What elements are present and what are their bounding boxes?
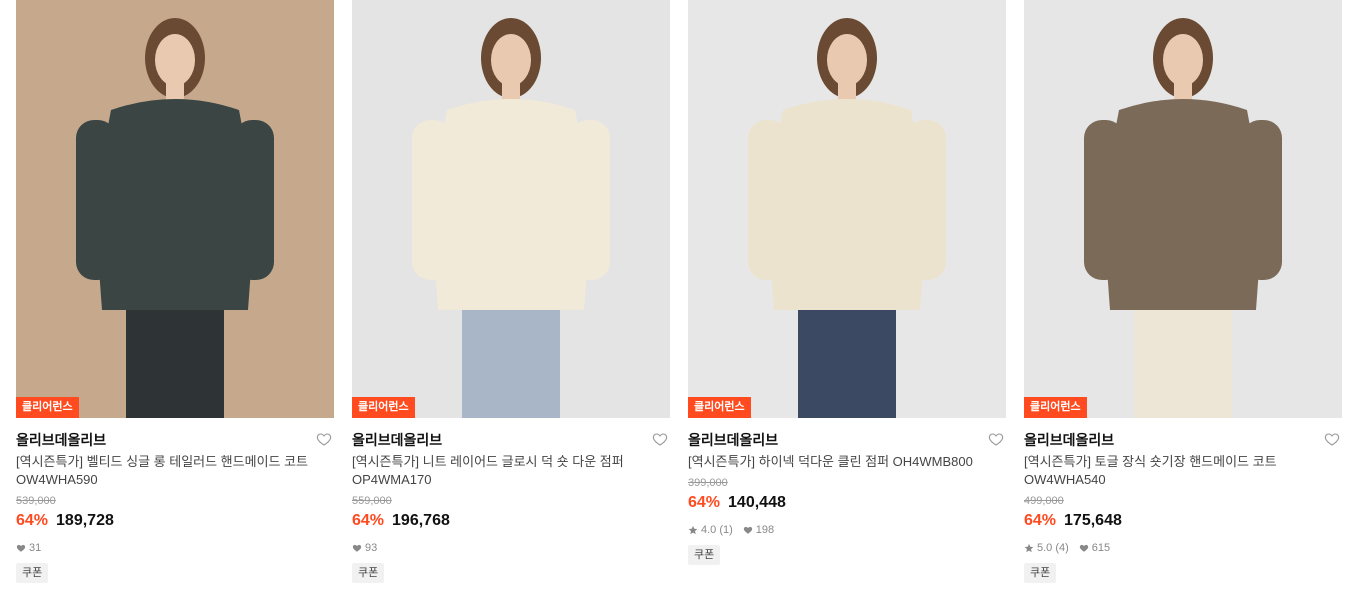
clearance-badge: 클리어런스 — [688, 397, 751, 418]
original-price: 539,000 — [16, 495, 56, 507]
sale-price: 175,648 — [1064, 512, 1122, 529]
likes: 615 — [1079, 542, 1110, 554]
clearance-badge: 클리어런스 — [1024, 397, 1087, 418]
heart-filled-icon — [16, 544, 26, 552]
discount-rate: 64% — [1024, 512, 1057, 529]
likes-count: 31 — [29, 542, 42, 554]
star-icon — [1024, 543, 1034, 553]
discount-rate: 64% — [16, 512, 49, 529]
likes-count: 615 — [1091, 542, 1111, 554]
sale-price: 189,728 — [56, 512, 114, 529]
product-image[interactable]: 클리어런스 — [1024, 0, 1342, 418]
product-photo — [1024, 0, 1342, 418]
product-photo — [16, 0, 334, 418]
brand-name[interactable]: 올리브데올리브 — [688, 431, 1006, 449]
product-meta: 93 — [352, 541, 670, 555]
brand-name[interactable]: 올리브데올리브 — [16, 431, 334, 449]
product-title[interactable]: [역시즌특가] 니트 레이어드 글로시 덕 숏 다운 점퍼 OP4WMA170 — [352, 453, 670, 489]
brand-name[interactable]: 올리브데올리브 — [1024, 431, 1342, 449]
original-price: 559,000 — [352, 495, 392, 507]
rating-value: 5.0 (4) — [1037, 542, 1069, 554]
product-image[interactable]: 클리어런스 — [16, 0, 334, 418]
rating-value: 4.0 (1) — [701, 524, 733, 536]
rating: 5.0 (4) — [1024, 542, 1069, 554]
clearance-badge: 클리어런스 — [16, 397, 79, 418]
title-line-1: [역시즌특가] 니트 레이어드 글로시 덕 숏 다운 점퍼 — [352, 454, 624, 469]
product-photo — [688, 0, 1006, 418]
product-meta: 5.0 (4) 615 — [1024, 541, 1342, 555]
title-line-2: OW4WHA540 — [1024, 472, 1106, 487]
product-image[interactable]: 클리어런스 — [352, 0, 670, 418]
product-meta: 31 — [16, 541, 334, 555]
title-line-1: [역시즌특가] 하이넥 덕다운 클린 점퍼 OH4WMB800 — [688, 454, 973, 469]
heart-filled-icon — [1079, 544, 1088, 552]
product-card[interactable]: 클리어런스 올리브데올리브 [역시즌특가] 벨티드 싱글 롱 테일러드 핸드메이… — [16, 0, 334, 583]
product-photo — [352, 0, 670, 418]
product-grid: 클리어런스 올리브데올리브 [역시즌특가] 벨티드 싱글 롱 테일러드 핸드메이… — [0, 0, 1347, 598]
product-card[interactable]: 클리어런스 올리브데올리브 [역시즌특가] 하이넥 덕다운 클린 점퍼 OH4W… — [688, 0, 1006, 565]
heart-icon[interactable] — [652, 431, 668, 447]
product-title[interactable]: [역시즌특가] 하이넥 덕다운 클린 점퍼 OH4WMB800 — [688, 453, 1006, 471]
product-card[interactable]: 클리어런스 올리브데올리브 [역시즌특가] 토글 장식 숏기장 핸드메이드 코트… — [1024, 0, 1342, 583]
heart-icon[interactable] — [1324, 431, 1340, 447]
likes: 198 — [743, 524, 774, 536]
brand-name[interactable]: 올리브데올리브 — [352, 431, 670, 449]
product-title[interactable]: [역시즌특가] 토글 장식 숏기장 핸드메이드 코트 OW4WHA540 — [1024, 453, 1342, 489]
likes-count: 93 — [365, 542, 378, 554]
heart-filled-icon — [743, 526, 752, 534]
rating: 4.0 (1) — [688, 524, 733, 536]
title-line-2: OW4WHA590 — [16, 472, 98, 487]
title-line-2: OP4WMA170 — [352, 472, 432, 487]
title-line-1: [역시즌특가] 벨티드 싱글 롱 테일러드 핸드메이드 코트 — [16, 454, 309, 469]
heart-icon[interactable] — [316, 431, 332, 447]
likes: 93 — [352, 542, 377, 554]
coupon-tag: 쿠폰 — [688, 545, 721, 565]
product-card[interactable]: 클리어런스 올리브데올리브 [역시즌특가] 니트 레이어드 글로시 덕 숏 다운… — [352, 0, 670, 583]
product-title[interactable]: [역시즌특가] 벨티드 싱글 롱 테일러드 핸드메이드 코트 OW4WHA590 — [16, 453, 334, 489]
star-icon — [688, 525, 698, 535]
coupon-tag: 쿠폰 — [1024, 563, 1057, 583]
sale-price: 196,768 — [392, 512, 450, 529]
discount-rate: 64% — [352, 512, 385, 529]
discount-rate: 64% — [688, 494, 721, 511]
original-price: 399,000 — [688, 477, 728, 489]
heart-filled-icon — [352, 544, 362, 552]
product-meta: 4.0 (1) 198 — [688, 523, 1006, 537]
sale-price: 140,448 — [728, 494, 786, 511]
original-price: 499,000 — [1024, 495, 1064, 507]
product-image[interactable]: 클리어런스 — [688, 0, 1006, 418]
heart-icon[interactable] — [988, 431, 1004, 447]
coupon-tag: 쿠폰 — [16, 563, 49, 583]
clearance-badge: 클리어런스 — [352, 397, 415, 418]
likes: 31 — [16, 542, 41, 554]
likes-count: 198 — [755, 524, 775, 536]
coupon-tag: 쿠폰 — [352, 563, 385, 583]
title-line-1: [역시즌특가] 토글 장식 숏기장 핸드메이드 코트 — [1024, 454, 1277, 469]
